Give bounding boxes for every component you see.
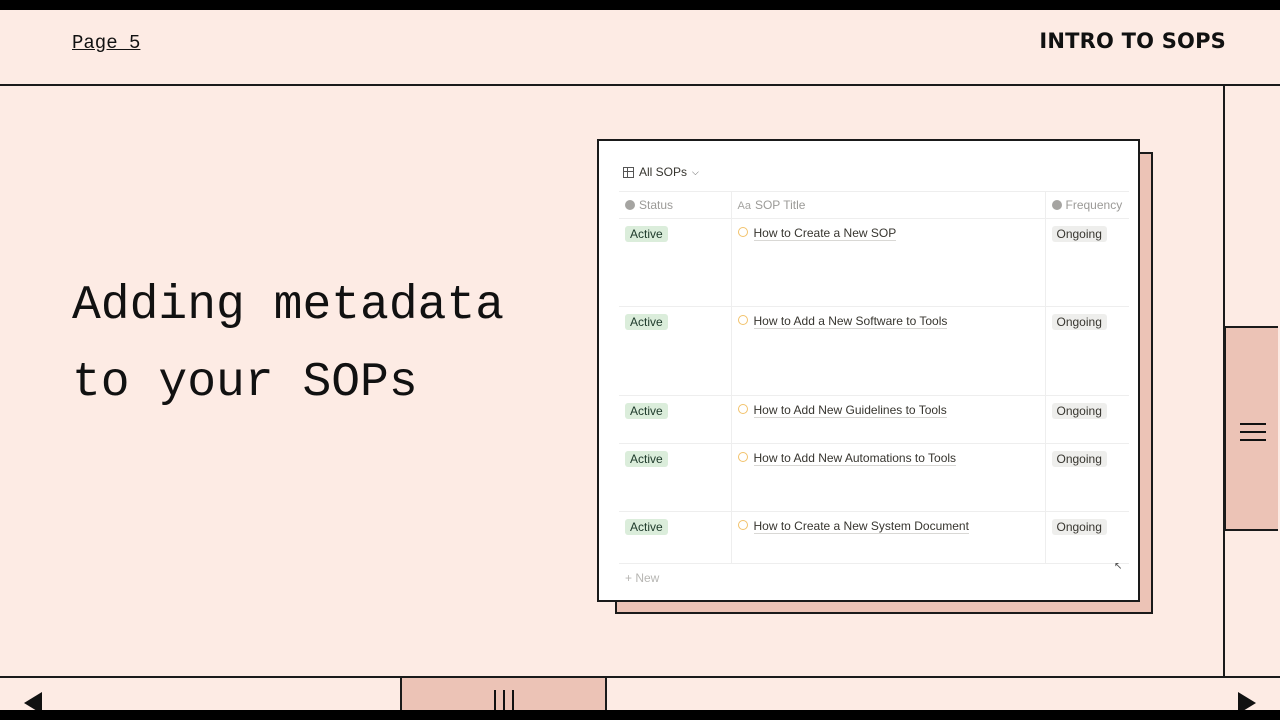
- headline-line-2: to your SOPs: [72, 356, 418, 410]
- status-badge: Active: [625, 519, 668, 535]
- page-icon: [737, 227, 748, 237]
- status-badge: Active: [625, 314, 668, 330]
- table-row[interactable]: Active How to Add New Guidelines to Tool…: [619, 395, 1129, 444]
- slide-headline: Adding metadata to your SOPs: [72, 268, 592, 422]
- status-badge: Active: [625, 451, 668, 467]
- status-property-icon: [625, 200, 635, 210]
- frequency-badge: Ongoing: [1051, 519, 1107, 535]
- top-border: [0, 0, 1280, 10]
- frequency-badge: Ongoing: [1051, 226, 1107, 242]
- chevron-down-icon: ⌵: [692, 166, 699, 177]
- sop-title-link[interactable]: How to Create a New System Document: [753, 519, 969, 534]
- column-header-frequency[interactable]: Frequency: [1044, 191, 1129, 219]
- bottom-navigation: [0, 676, 1280, 712]
- page-icon: [737, 452, 748, 462]
- page-number[interactable]: Page 5: [72, 32, 140, 54]
- table-row[interactable]: Active How to Create a New System Docume…: [619, 511, 1129, 564]
- bottom-border: [0, 710, 1280, 720]
- table-header-row: Status Aa SOP Title Frequency: [619, 191, 1129, 219]
- sop-title-link[interactable]: How to Add New Automations to Tools: [753, 451, 957, 466]
- bars-icon-line: [503, 690, 505, 712]
- page-icon: [737, 520, 748, 530]
- header-divider: [0, 84, 1280, 86]
- frequency-badge: Ongoing: [1051, 451, 1107, 467]
- view-name: All SOPs: [639, 165, 688, 179]
- hamburger-menu-icon: [1240, 423, 1266, 443]
- page-icon: [737, 404, 748, 414]
- column-header-status[interactable]: Status: [619, 191, 731, 219]
- frequency-badge: Ongoing: [1051, 314, 1107, 330]
- text-property-icon: Aa: [737, 200, 751, 212]
- sop-table: Status Aa SOP Title Frequency Active How …: [619, 191, 1129, 564]
- table-row[interactable]: Active How to Create a New SOP Ongoing: [619, 218, 1129, 307]
- new-row-button[interactable]: + New: [625, 571, 659, 585]
- column-header-title[interactable]: Aa SOP Title: [730, 191, 1045, 219]
- table-icon: [623, 166, 634, 178]
- bars-icon-line: [512, 690, 514, 712]
- bars-icon: [494, 690, 496, 712]
- mouse-cursor-icon: ↖: [1114, 561, 1123, 572]
- status-badge: Active: [625, 403, 668, 419]
- deck-title: INTRO TO SOPS: [1039, 29, 1226, 53]
- slide-scrubber[interactable]: [400, 676, 607, 712]
- table-row[interactable]: Active How to Add New Automations to Too…: [619, 443, 1129, 512]
- table-row[interactable]: Active How to Add a New Software to Tool…: [619, 306, 1129, 396]
- sop-title-link[interactable]: How to Add a New Software to Tools: [753, 314, 948, 329]
- headline-line-1: Adding metadata: [72, 279, 505, 333]
- frequency-badge: Ongoing: [1051, 403, 1107, 419]
- sop-database-screenshot: All SOPs ⌵ Status Aa SOP Title Frequency …: [597, 139, 1140, 602]
- status-badge: Active: [625, 226, 668, 242]
- page-icon: [737, 315, 748, 325]
- sop-title-link[interactable]: How to Add New Guidelines to Tools: [753, 403, 947, 418]
- select-property-icon: [1051, 200, 1062, 210]
- sop-title-link[interactable]: How to Create a New SOP: [753, 226, 897, 241]
- menu-button[interactable]: [1224, 326, 1278, 531]
- view-selector[interactable]: All SOPs ⌵: [623, 165, 699, 179]
